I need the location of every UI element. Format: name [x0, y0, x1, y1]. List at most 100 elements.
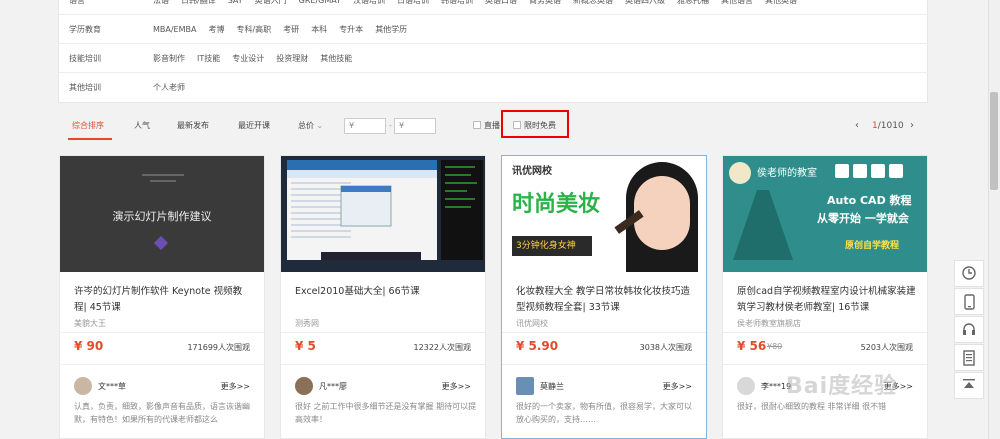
sort-active-underline — [68, 138, 112, 140]
category-item[interactable]: IT技能 — [197, 54, 220, 63]
course-provider[interactable]: 美貌大王 — [74, 318, 106, 329]
model-face — [634, 176, 690, 250]
course-provider[interactable]: 侯老师教室旗舰店 — [737, 318, 801, 329]
category-item[interactable]: 雅思托福 — [677, 0, 709, 5]
excel-screenshot — [287, 160, 483, 260]
sort-popularity[interactable]: 人气 — [134, 112, 150, 140]
notes-button[interactable] — [954, 344, 984, 371]
sort-bar: 综合排序 人气 最新发布 最近开课 总价 ⌄ ¥ - ¥ 直播 限时免费 ‹ 1… — [58, 112, 928, 140]
review-user: 莫静兰 — [540, 382, 564, 391]
document-icon — [963, 350, 975, 366]
course-thumbnail[interactable]: 讯优网校 时尚美妆 3分钟化身女神 — [502, 156, 706, 272]
course-card[interactable]: Excel2010基础大全| 66节课 测秀网 ¥ 5 12322人次围观 凡*… — [280, 155, 486, 439]
course-price: ¥ 56 — [737, 339, 767, 353]
category-item[interactable]: 英语口语 — [485, 0, 517, 5]
thumb-brand: 侯老师的教室 — [757, 168, 817, 179]
category-item[interactable]: SAT — [228, 0, 243, 5]
course-price: ¥ 5.90 — [516, 339, 559, 353]
category-item[interactable]: 其他学历 — [375, 25, 407, 34]
divider — [60, 364, 264, 365]
course-title[interactable]: Excel2010基础大全| 66节课 — [295, 284, 475, 300]
category-row-other: 其他培训 个人老师 — [59, 73, 929, 102]
course-title[interactable]: 原创cad自学视频教程室内设计机械家装建筑学习教材侯老师教室| 16节课 — [737, 284, 917, 316]
arrow-up-icon — [963, 379, 975, 388]
review-text: 很好的一个卖家，物有所值，很容易学，大家可以放心购买的，支持…… — [516, 402, 692, 424]
category-item[interactable]: 影音制作 — [153, 54, 185, 63]
history-button[interactable] — [954, 260, 984, 287]
avatar — [74, 377, 92, 395]
course-views: 5203人次围观 — [860, 343, 913, 352]
price-from-input[interactable]: ¥ — [344, 118, 386, 134]
next-page-icon[interactable]: › — [910, 112, 914, 140]
course-provider[interactable]: 讯优网校 — [516, 318, 548, 329]
support-button[interactable] — [954, 316, 984, 343]
category-item[interactable]: 韩语培训 — [441, 0, 473, 5]
category-item[interactable]: 考研 — [283, 25, 299, 34]
category-item[interactable]: 其他技能 — [320, 54, 352, 63]
thumb-line — [150, 180, 176, 182]
category-item[interactable]: 专升本 — [339, 25, 363, 34]
category-item[interactable]: 英语四六级 — [625, 0, 665, 5]
live-checkbox[interactable] — [473, 121, 481, 129]
page-total: /1010 — [877, 121, 904, 131]
avatar — [737, 377, 755, 395]
category-item[interactable]: 专业设计 — [232, 54, 264, 63]
category-item[interactable]: 商务英语 — [529, 0, 561, 5]
more-reviews-link[interactable]: 更多>> — [442, 381, 471, 392]
phone-icon — [964, 294, 975, 310]
sort-comprehensive[interactable]: 综合排序 — [72, 112, 104, 140]
thumb-title: 演示幻灯片制作建议 — [112, 210, 212, 223]
cad-logo-icon — [733, 190, 793, 260]
price-to-input[interactable]: ¥ — [394, 118, 436, 134]
sort-total-price[interactable]: 总价 ⌄ — [298, 112, 323, 140]
category-item[interactable]: MBA/EMBA — [153, 25, 196, 34]
category-item[interactable]: 专科/高职 — [236, 25, 271, 34]
course-provider[interactable]: 测秀网 — [295, 318, 319, 329]
more-reviews-link[interactable]: 更多>> — [221, 381, 250, 392]
baidu-watermark: Bai度经验 — [786, 374, 898, 399]
sort-recent-start[interactable]: 最近开课 — [238, 112, 270, 140]
app-icon — [871, 164, 885, 178]
divider — [502, 364, 706, 365]
category-item[interactable]: GRE/GMAT — [299, 0, 341, 5]
divider — [281, 364, 485, 365]
divider — [60, 332, 264, 333]
category-item[interactable]: 其他英语 — [765, 0, 797, 5]
more-reviews-link[interactable]: 更多>> — [663, 381, 692, 392]
course-thumbnail[interactable] — [281, 156, 485, 272]
category-item[interactable]: 投资理财 — [276, 54, 308, 63]
review-text: 很好，很耐心细致的教程 非常详细 很不错 — [737, 402, 887, 411]
app-icon — [853, 164, 867, 178]
category-item[interactable]: 个人老师 — [153, 83, 185, 92]
category-item[interactable]: 日语培训 — [397, 0, 429, 5]
category-item[interactable]: 法语 — [153, 0, 169, 5]
avatar — [516, 377, 534, 395]
category-item[interactable]: 其他语言 — [721, 0, 753, 5]
sort-total-price-label: 总价 — [298, 121, 314, 130]
course-thumbnail[interactable]: 侯老师的教室 Auto CAD 教程 从零开始 一学就会 原创自学教程 — [723, 156, 927, 272]
category-row-education: 学历教育 MBA/EMBA 考博 专科/高职 考研 本科 专升本 其他学历 — [59, 15, 929, 44]
course-card[interactable]: 演示幻灯片制作建议 许岑的幻灯片制作软件 Keynote 视频教程| 45节课 … — [59, 155, 265, 439]
review-text: 认真，负责，细致，影像声音有品质，语言诙谐幽默，有特色！如果所有的代课老师都这么 — [74, 402, 250, 424]
category-items: 影音制作 IT技能 专业设计 投资理财 其他技能 — [153, 44, 364, 73]
scrollbar-thumb[interactable] — [990, 92, 998, 190]
course-title[interactable]: 化妆教程大全 教学日常妆韩妆化妆技巧造型视频教程全套| 33节课 — [516, 284, 696, 316]
category-item[interactable]: 英语入门 — [255, 0, 287, 5]
course-views: 12322人次围观 — [413, 343, 471, 352]
category-item[interactable]: 本科 — [311, 25, 327, 34]
category-item[interactable]: 日韩/翻译 — [181, 0, 216, 5]
mobile-button[interactable] — [954, 288, 984, 315]
back-to-top-button[interactable] — [954, 372, 984, 399]
category-item[interactable]: 新概念英语 — [573, 0, 613, 5]
category-item[interactable]: 考博 — [208, 25, 224, 34]
category-item[interactable]: 汉语培训 — [353, 0, 385, 5]
sort-latest[interactable]: 最新发布 — [177, 112, 209, 140]
thumb-title: 时尚美妆 — [512, 192, 601, 217]
category-label: 技能培训 — [69, 54, 101, 63]
scrollbar-track[interactable] — [988, 0, 1000, 439]
course-thumbnail[interactable]: 演示幻灯片制作建议 — [60, 156, 264, 272]
course-title[interactable]: 许岑的幻灯片制作软件 Keynote 视频教程| 45节课 — [74, 284, 254, 316]
course-card[interactable]: 讯优网校 时尚美妆 3分钟化身女神 化妆教程大全 教学日常妆韩妆化妆技巧造型视频… — [501, 155, 707, 439]
divider — [723, 332, 927, 333]
prev-page-icon[interactable]: ‹ — [855, 112, 859, 140]
